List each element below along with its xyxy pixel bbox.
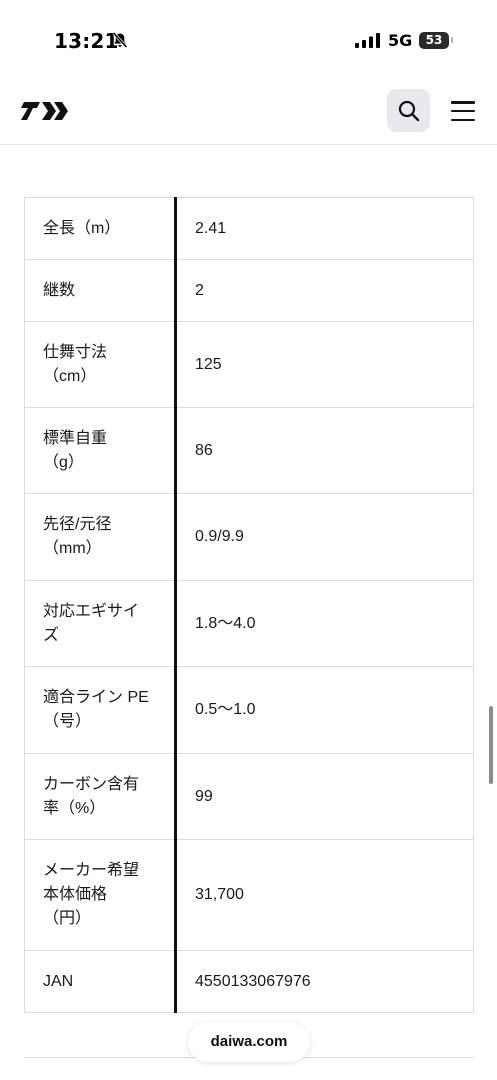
address-bar-url[interactable]: daiwa.com (188, 1022, 310, 1062)
spec-label: 仕舞寸法 （cm） (24, 321, 177, 408)
hamburger-menu-icon[interactable] (450, 98, 476, 124)
spec-label: 継数 (24, 259, 177, 322)
spec-row: 適合ライン PE （号） 0.5〜1.0 (24, 666, 474, 754)
spec-row: 仕舞寸法 （cm） 125 (24, 321, 474, 408)
bell-slash-icon (112, 31, 128, 49)
spec-label: 対応エギサイ ズ (24, 580, 177, 667)
spec-value: 125 (175, 321, 474, 408)
spec-value: 4550133067976 (175, 950, 474, 1013)
spec-row: JAN 4550133067976 (24, 950, 474, 1013)
spec-row: 対応エギサイ ズ 1.8〜4.0 (24, 580, 474, 667)
site-header (0, 80, 497, 145)
battery-tip (451, 37, 453, 43)
spec-row: 継数 2 (24, 259, 474, 322)
spec-value: 0.9/9.9 (175, 493, 474, 581)
signal-bars-icon (355, 33, 380, 48)
spec-label: 標準自重 （g） (24, 407, 177, 494)
spec-value: 31,700 (175, 839, 474, 951)
spec-value: 2.41 (175, 197, 474, 260)
spec-row: 全長（m） 2.41 (24, 197, 474, 260)
spec-value: 2 (175, 259, 474, 322)
battery-icon: 53 (419, 32, 449, 49)
spec-label: メーカー希望 本体価格 （円） (24, 839, 177, 951)
status-bar: 13:21 5G 53 (0, 0, 497, 80)
spec-label: 適合ライン PE （号） (24, 666, 177, 754)
menu-line (451, 118, 475, 121)
spec-value: 86 (175, 407, 474, 494)
spec-row: 先径/元径 （mm） 0.9/9.9 (24, 493, 474, 581)
daiwa-logo[interactable] (21, 98, 71, 124)
search-icon (398, 100, 419, 121)
spec-value: 99 (175, 753, 474, 840)
network-type: 5G (388, 31, 413, 50)
spec-row: カーボン含有 率（%） 99 (24, 753, 474, 840)
spec-label: 先径/元径 （mm） (24, 493, 177, 581)
spec-value: 1.8〜4.0 (175, 580, 474, 667)
spec-label: カーボン含有 率（%） (24, 753, 177, 840)
spec-label: JAN (24, 950, 177, 1013)
spec-label: 全長（m） (24, 197, 177, 260)
menu-line (451, 101, 475, 104)
spec-value: 0.5〜1.0 (175, 666, 474, 754)
menu-line (451, 109, 475, 113)
spec-table: 全長（m） 2.41 継数 2 仕舞寸法 （cm） 125 標準自重 （g） 86 先径/元径 … (24, 197, 474, 1013)
spec-row: 標準自重 （g） 86 (24, 407, 474, 494)
search-button[interactable] (387, 89, 430, 132)
status-time: 13:21 (54, 29, 119, 53)
spec-row: メーカー希望 本体価格 （円） 31,700 (24, 839, 474, 951)
scrollbar[interactable] (489, 706, 493, 784)
